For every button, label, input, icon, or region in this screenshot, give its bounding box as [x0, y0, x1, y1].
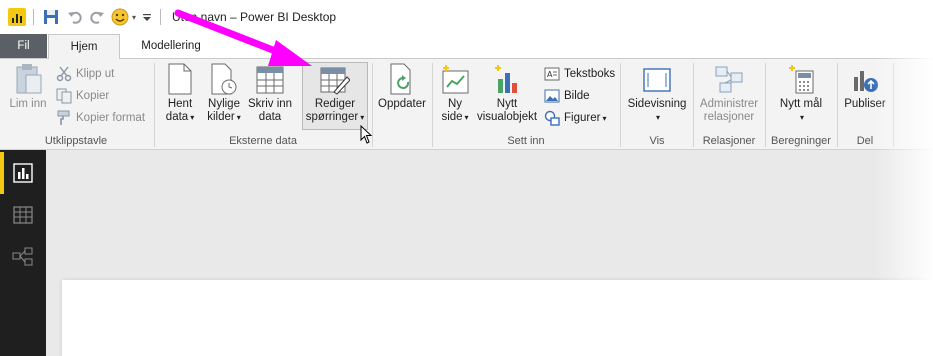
- svg-text:A: A: [547, 70, 553, 79]
- data-view-button[interactable]: [0, 194, 46, 236]
- divider: [33, 9, 34, 25]
- ribbon-tab-row: Fil Hjem Modellering: [0, 34, 933, 59]
- shapes-icon: [544, 110, 560, 126]
- chevron-down-icon: ▾: [799, 113, 804, 122]
- report-view-button[interactable]: [0, 152, 46, 194]
- klipp-ut-button[interactable]: Klipp ut: [56, 65, 114, 83]
- publiser-button[interactable]: Publiser: [840, 63, 890, 111]
- oppdater-button[interactable]: Oppdater: [374, 63, 430, 111]
- title-bar: ▾ Uten navn – Power BI Desktop: [0, 0, 933, 34]
- group-label-utklippstavle: Utklippstavle: [44, 135, 108, 147]
- group-label-eksterne-data: Eksterne data: [229, 135, 297, 147]
- report-view-icon: [13, 163, 33, 183]
- chevron-down-icon: ▾: [236, 113, 241, 122]
- tab-modellering[interactable]: Modellering: [126, 34, 216, 58]
- sidevisning-button[interactable]: Sidevisning ▾: [624, 63, 690, 124]
- scissors-icon: [56, 66, 72, 82]
- figurer-button[interactable]: Figurer ▾: [544, 109, 606, 127]
- chevron-down-icon: ▾: [360, 113, 365, 122]
- nytt-mal-button[interactable]: Nytt mål ▾: [768, 63, 834, 124]
- group-label-relasjoner: Relasjoner: [702, 135, 756, 147]
- administrer-relasjoner-button[interactable]: Administrer relasjoner: [696, 63, 762, 124]
- ny-side-button[interactable]: Ny side ▾: [436, 63, 474, 124]
- save-icon[interactable]: [42, 8, 60, 26]
- rediger-sporringer-button[interactable]: Rediger spørringer ▾: [302, 62, 368, 130]
- refresh-icon: [390, 63, 411, 95]
- power-bi-logo-icon: [8, 8, 26, 26]
- skriv-inn-data-button[interactable]: Skriv inn data: [246, 63, 294, 124]
- recent-sources-icon: [211, 63, 237, 95]
- enter-data-icon: [256, 66, 284, 94]
- lim-inn-button[interactable]: Lim inn: [6, 63, 50, 111]
- active-view-indicator: [0, 152, 4, 194]
- bilde-button[interactable]: Bilde: [544, 87, 590, 105]
- edit-queries-icon: [320, 67, 350, 95]
- relationships-view-icon: [12, 247, 33, 266]
- smiley-dropdown-caret-icon[interactable]: ▾: [129, 8, 139, 26]
- ribbon: Lim inn Klipp ut Kopier Kopier format Ut…: [0, 58, 933, 150]
- format-painter-icon: [57, 110, 70, 125]
- window-title: Uten navn – Power BI Desktop: [172, 10, 337, 24]
- chevron-down-icon: ▾: [655, 113, 660, 122]
- page-view-icon: [643, 68, 671, 92]
- hent-data-button[interactable]: Hent data ▾: [160, 63, 200, 124]
- calculator-icon: [789, 65, 814, 94]
- publish-icon: [854, 71, 878, 92]
- group-label-sett-inn: Sett inn: [507, 135, 545, 147]
- group-label-beregninger: Beregninger: [771, 135, 831, 147]
- nytt-visualobjekt-button[interactable]: Nytt visualobjekt: [474, 63, 540, 124]
- tab-hjem[interactable]: Hjem: [48, 34, 120, 59]
- group-divider: [893, 63, 894, 147]
- get-data-icon: [168, 63, 192, 95]
- kopier-format-button[interactable]: Kopier format: [56, 109, 145, 127]
- chevron-down-icon: ▾: [464, 113, 469, 122]
- customize-quick-access-icon[interactable]: [141, 8, 153, 26]
- textbox-icon: A: [544, 67, 560, 81]
- relationships-view-button[interactable]: [0, 236, 46, 278]
- undo-icon[interactable]: [66, 8, 84, 26]
- kopier-button[interactable]: Kopier: [56, 87, 109, 105]
- redo-icon[interactable]: [88, 8, 106, 26]
- paste-icon: [16, 64, 42, 94]
- mouse-cursor-icon: [360, 125, 373, 144]
- new-page-icon: [442, 65, 469, 94]
- group-divider: [620, 63, 621, 147]
- divider: [160, 9, 161, 25]
- image-icon: [544, 89, 560, 103]
- group-label-del: Del: [856, 135, 874, 147]
- copy-icon: [56, 88, 72, 104]
- chevron-down-icon: ▾: [602, 113, 607, 123]
- view-switcher: [0, 150, 46, 356]
- tekstboks-button[interactable]: A Tekstboks: [544, 65, 615, 83]
- chevron-down-icon: ▾: [190, 113, 195, 122]
- nylige-kilder-button[interactable]: Nylige kilder ▾: [202, 63, 246, 124]
- tab-fil[interactable]: Fil: [0, 34, 47, 58]
- group-divider: [154, 63, 155, 147]
- group-divider: [432, 63, 433, 147]
- report-page[interactable]: [62, 280, 933, 356]
- power-bi-window: ▾ Uten navn – Power BI Desktop Fil Hjem …: [0, 0, 933, 356]
- new-visual-icon: [495, 65, 517, 93]
- group-label-vis: Vis: [649, 135, 665, 147]
- smiley-feedback-icon[interactable]: [110, 8, 130, 26]
- table-grid-icon: [13, 206, 33, 224]
- manage-relationships-icon: [715, 66, 743, 93]
